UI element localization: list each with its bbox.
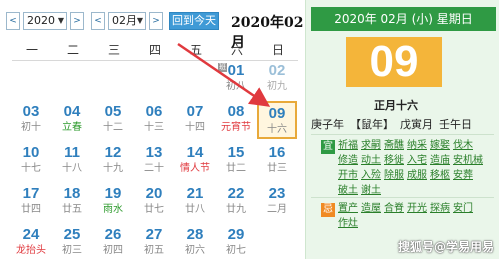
ji-item[interactable]: 探病 [430, 203, 450, 214]
yi-item[interactable]: 求嗣 [361, 140, 381, 151]
yi-item[interactable]: 谢土 [361, 185, 381, 196]
ji-list: 置产 造屋 合脊 开光 探病 安门作灶 [338, 201, 490, 231]
yi-badge: 宜 [321, 140, 335, 154]
yi-item[interactable]: 入殓 [361, 170, 381, 181]
yi-list: 祈福 求嗣 斋醮 纳采 嫁娶 伐木修造 动土 移徙 入宅 造庙 安机械开市 入殓 除服 成服 移柩 安葬破土谢… [338, 138, 490, 198]
big-day-number: 09 [346, 37, 442, 87]
yi-item[interactable]: 祈福 [338, 140, 358, 151]
ji-item[interactable]: 置产 [338, 203, 358, 214]
yi-item[interactable]: 安葬 [453, 170, 473, 181]
yi-item[interactable]: 修造 [338, 155, 358, 166]
ji-item[interactable]: 合脊 [384, 203, 404, 214]
ji-item[interactable]: 安门 [453, 203, 473, 214]
yi-item[interactable]: 动土 [361, 155, 381, 166]
calendar-view: < 2020 ▼ > < 02月 ▼ > 回到今天 2020年02月 一二三四五… [0, 0, 305, 259]
ganzhi-year: 庚子年 [311, 118, 344, 131]
zodiac-year: 【鼠年】 [350, 118, 394, 131]
panel-header: 2020年 02月 (小) 星期日 [311, 7, 496, 31]
yi-item[interactable]: 安机械 [453, 155, 483, 166]
yi-item[interactable]: 移柩 [430, 170, 450, 181]
arrow-line [177, 42, 271, 107]
annotation-arrow [177, 42, 271, 107]
yi-item[interactable]: 移徙 [384, 155, 404, 166]
divider [311, 197, 494, 198]
yi-item[interactable]: 造庙 [430, 155, 450, 166]
yi-item[interactable]: 除服 [384, 170, 404, 181]
ji-badge: 忌 [321, 203, 335, 217]
watermark: 搜狐号@学易用易 [398, 240, 495, 254]
yi-item[interactable]: 入宅 [407, 155, 427, 166]
ganzhi-day: 壬午日 [439, 118, 472, 131]
ji-item[interactable]: 作灶 [338, 218, 358, 229]
divider [311, 134, 494, 135]
lunar-date: 正月十六 [374, 99, 418, 112]
yi-item[interactable]: 斋醮 [384, 140, 404, 151]
day-detail-panel: 2020年 02月 (小) 星期日 09 正月十六 庚子年 【鼠年】 戊寅月 壬午日 … [305, 0, 499, 259]
ganzhi-line: 庚子年 【鼠年】 戊寅月 壬午日 [311, 116, 496, 132]
yi-item[interactable]: 开市 [338, 170, 358, 181]
yi-item[interactable]: 伐木 [453, 140, 473, 151]
yi-item[interactable]: 破土 [338, 185, 358, 196]
ji-item[interactable]: 开光 [407, 203, 427, 214]
ji-item[interactable]: 造屋 [361, 203, 381, 214]
yi-item[interactable]: 成服 [407, 170, 427, 181]
yi-item[interactable]: 纳采 [407, 140, 427, 151]
ganzhi-month: 戊寅月 [400, 118, 433, 131]
yi-item[interactable]: 嫁娶 [430, 140, 450, 151]
